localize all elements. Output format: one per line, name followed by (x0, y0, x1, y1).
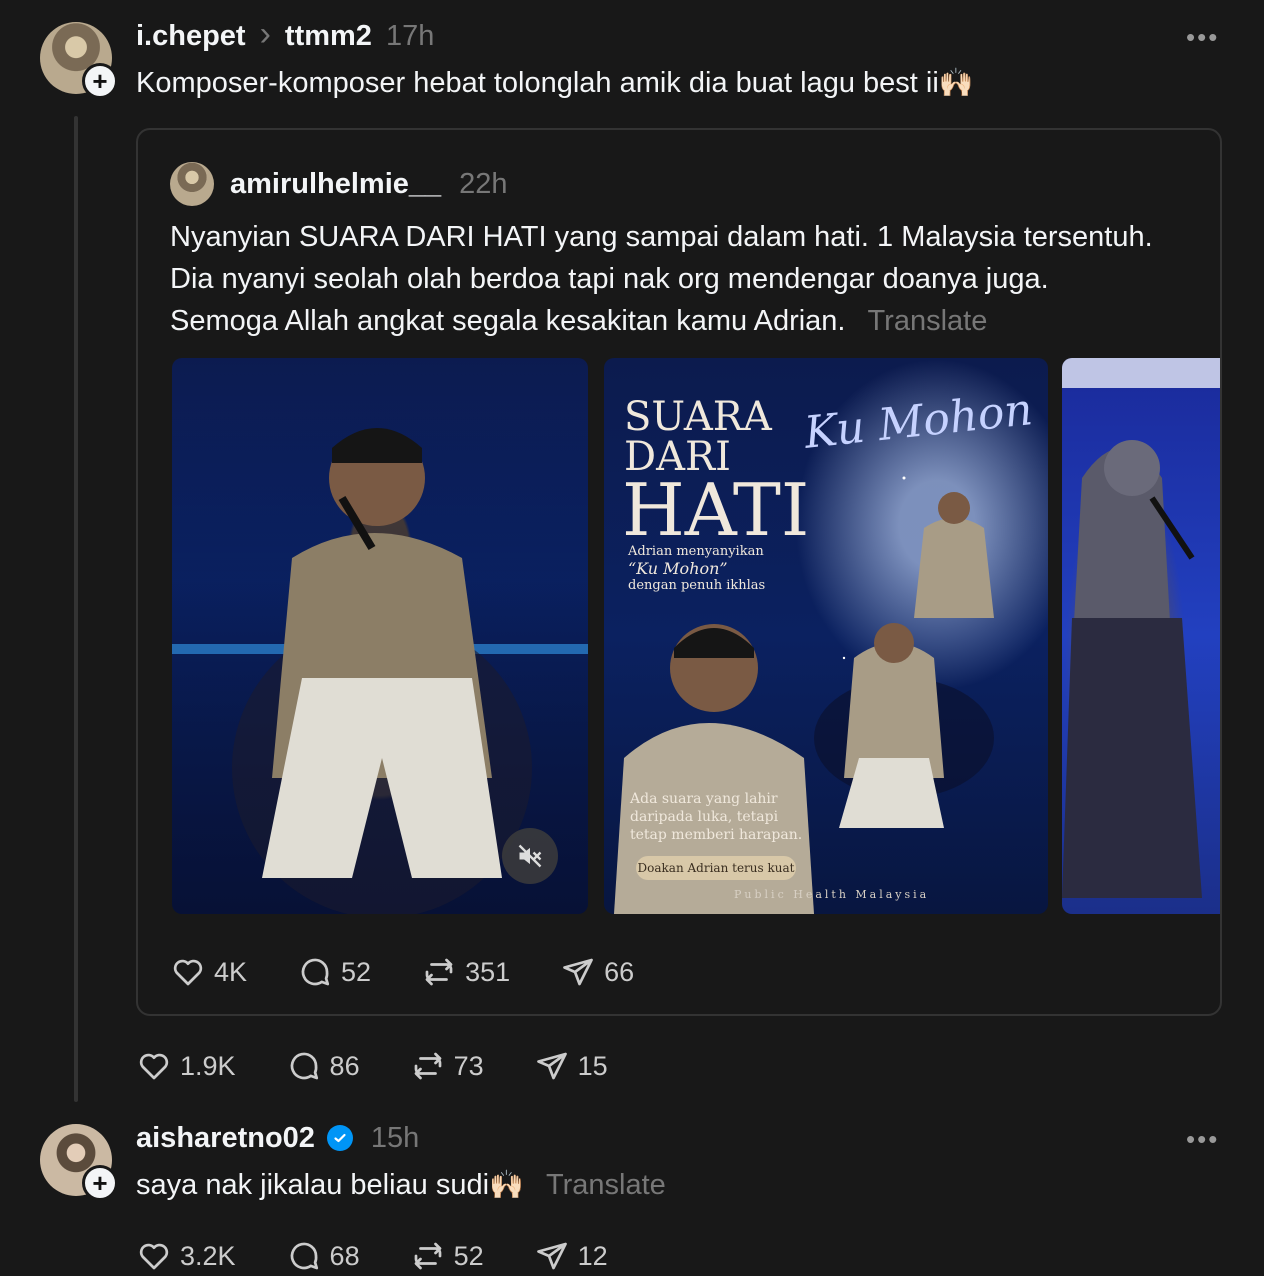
send-icon (563, 958, 593, 986)
reply-translate-link[interactable]: Translate (546, 1169, 666, 1201)
poster-title-3: HATI (622, 468, 810, 552)
quoted-actions: 4K 52 351 66 (170, 952, 634, 992)
quoted-header: amirulhelmie__ 22h (230, 164, 508, 204)
repost-count: 73 (453, 1050, 484, 1081)
quoted-like-button[interactable]: 4K (170, 954, 247, 990)
more-options-icon[interactable]: ••• (1186, 22, 1219, 53)
media-poster-image[interactable]: SUARA DARI HATI Ku Mohon Adrian menyanyi… (604, 358, 1048, 914)
thread-line (74, 116, 78, 1102)
quoted-avatar[interactable] (170, 162, 214, 206)
quoted-time: 22h (459, 167, 508, 200)
media-image-3[interactable] (1062, 358, 1220, 914)
like-button[interactable]: 1.9K (136, 1048, 236, 1084)
reply-to-username[interactable]: ttmm2 (285, 20, 372, 53)
poster-sub-2: “Ku Mohon” (628, 559, 728, 578)
send-icon (536, 1052, 567, 1080)
post-header: i.chepet › ttmm2 17h (136, 14, 435, 56)
poster-quote-3: tetap memberi harapan. (630, 827, 803, 843)
quoted-like-count: 4K (214, 956, 248, 987)
chevron-right-icon: › (259, 14, 271, 53)
verified-badge-icon (326, 1125, 353, 1151)
username[interactable]: i.chepet (136, 20, 246, 53)
poster-sub-3: dengan penuh ikhlas (628, 578, 766, 593)
quoted-share-button[interactable]: 66 (560, 954, 634, 990)
repost-icon (414, 1242, 441, 1270)
heart-icon (139, 1243, 169, 1270)
reply-follow-plus-icon[interactable]: + (82, 1165, 118, 1201)
quoted-text-line-2: Dia nyanyi seolah olah berdoa tapi nak o… (170, 263, 1049, 295)
quoted-share-count: 66 (604, 956, 635, 987)
reply-comment-button[interactable]: 68 (286, 1238, 360, 1274)
reply-comment-count: 68 (329, 1240, 360, 1271)
post-text: Komposer-komposer hebat tolonglah amik d… (136, 62, 974, 104)
poster-sub-1: Adrian menyanyikan (628, 544, 764, 559)
reply-repost-button[interactable]: 52 (410, 1238, 484, 1274)
poster-quote: Ada suara yang lahir daripada luka, teta… (630, 790, 802, 844)
reply-like-button[interactable]: 3.2K (136, 1238, 236, 1274)
reply-header: aisharetno02 15h (136, 1118, 419, 1158)
share-button[interactable]: 15 (534, 1048, 608, 1084)
reply-share-button[interactable]: 12 (534, 1238, 608, 1274)
quoted-repost-count: 351 (465, 956, 511, 987)
reply-text-content: saya nak jikalau beliau sudi (136, 1169, 490, 1201)
heart-icon (173, 959, 203, 986)
translate-link[interactable]: Translate (868, 305, 988, 337)
poster-quote-2: daripada luka, tetapi (630, 809, 779, 825)
post-text-content: Komposer-komposer hebat tolonglah amik d… (136, 67, 939, 99)
comment-icon (301, 958, 330, 986)
repost-icon (425, 958, 453, 986)
follow-plus-icon[interactable]: + (82, 63, 118, 99)
reply-username[interactable]: aisharetno02 (136, 1122, 315, 1155)
poster-pill: Doakan Adrian terus kuat (636, 856, 796, 880)
reply-time: 15h (370, 1121, 420, 1154)
quoted-repost-button[interactable]: 351 (421, 954, 510, 990)
quoted-text-line-3-wrap: Semoga Allah angkat segala kesakitan kam… (170, 300, 1210, 342)
reply-share-count: 12 (577, 1240, 608, 1271)
reply-like-count: 3.2K (180, 1240, 236, 1271)
reply-more-options-icon[interactable]: ••• (1186, 1124, 1219, 1155)
like-count: 1.9K (180, 1050, 236, 1081)
repost-button[interactable]: 73 (410, 1048, 484, 1084)
quoted-text-line-3: Semoga Allah angkat segala kesakitan kam… (170, 305, 846, 337)
share-count: 15 (577, 1050, 608, 1081)
singer-silhouette-2 (1062, 358, 1220, 898)
post-actions: 1.9K 86 73 15 (136, 1046, 608, 1086)
poster-quote-1: Ada suara yang lahir (630, 791, 778, 807)
quoted-username[interactable]: amirulhelmie__ (230, 168, 441, 201)
post-time: 17h (385, 19, 435, 52)
send-icon (536, 1242, 567, 1270)
media-video[interactable] (172, 358, 588, 914)
reply-text: saya nak jikalau beliau sudi🙌🏻 Translate (136, 1164, 666, 1206)
poster-subtitle: Adrian menyanyikan “Ku Mohon” dengan pen… (628, 544, 765, 593)
heart-icon (139, 1053, 169, 1080)
quoted-comment-count: 52 (341, 956, 372, 987)
poster-footer: Public Health Malaysia (734, 888, 930, 901)
quoted-comment-button[interactable]: 52 (297, 954, 371, 990)
mute-button[interactable] (502, 828, 558, 884)
quoted-text-line-1: Nyanyian SUARA DARI HATI yang sampai dal… (170, 221, 1153, 253)
comment-icon (290, 1052, 318, 1080)
comment-icon (290, 1242, 318, 1270)
repost-icon (414, 1052, 441, 1080)
comment-button[interactable]: 86 (286, 1048, 360, 1084)
comment-count: 86 (329, 1050, 360, 1081)
raised-hands-emoji: 🙌🏻 (489, 1169, 524, 1200)
reply-actions: 3.2K 68 52 12 (136, 1236, 608, 1276)
quoted-text: Nyanyian SUARA DARI HATI yang sampai dal… (170, 216, 1210, 342)
speaker-muted-icon (518, 844, 542, 868)
raised-hands-emoji: 🙌🏻 (938, 67, 974, 98)
reply-repost-count: 52 (453, 1240, 484, 1271)
